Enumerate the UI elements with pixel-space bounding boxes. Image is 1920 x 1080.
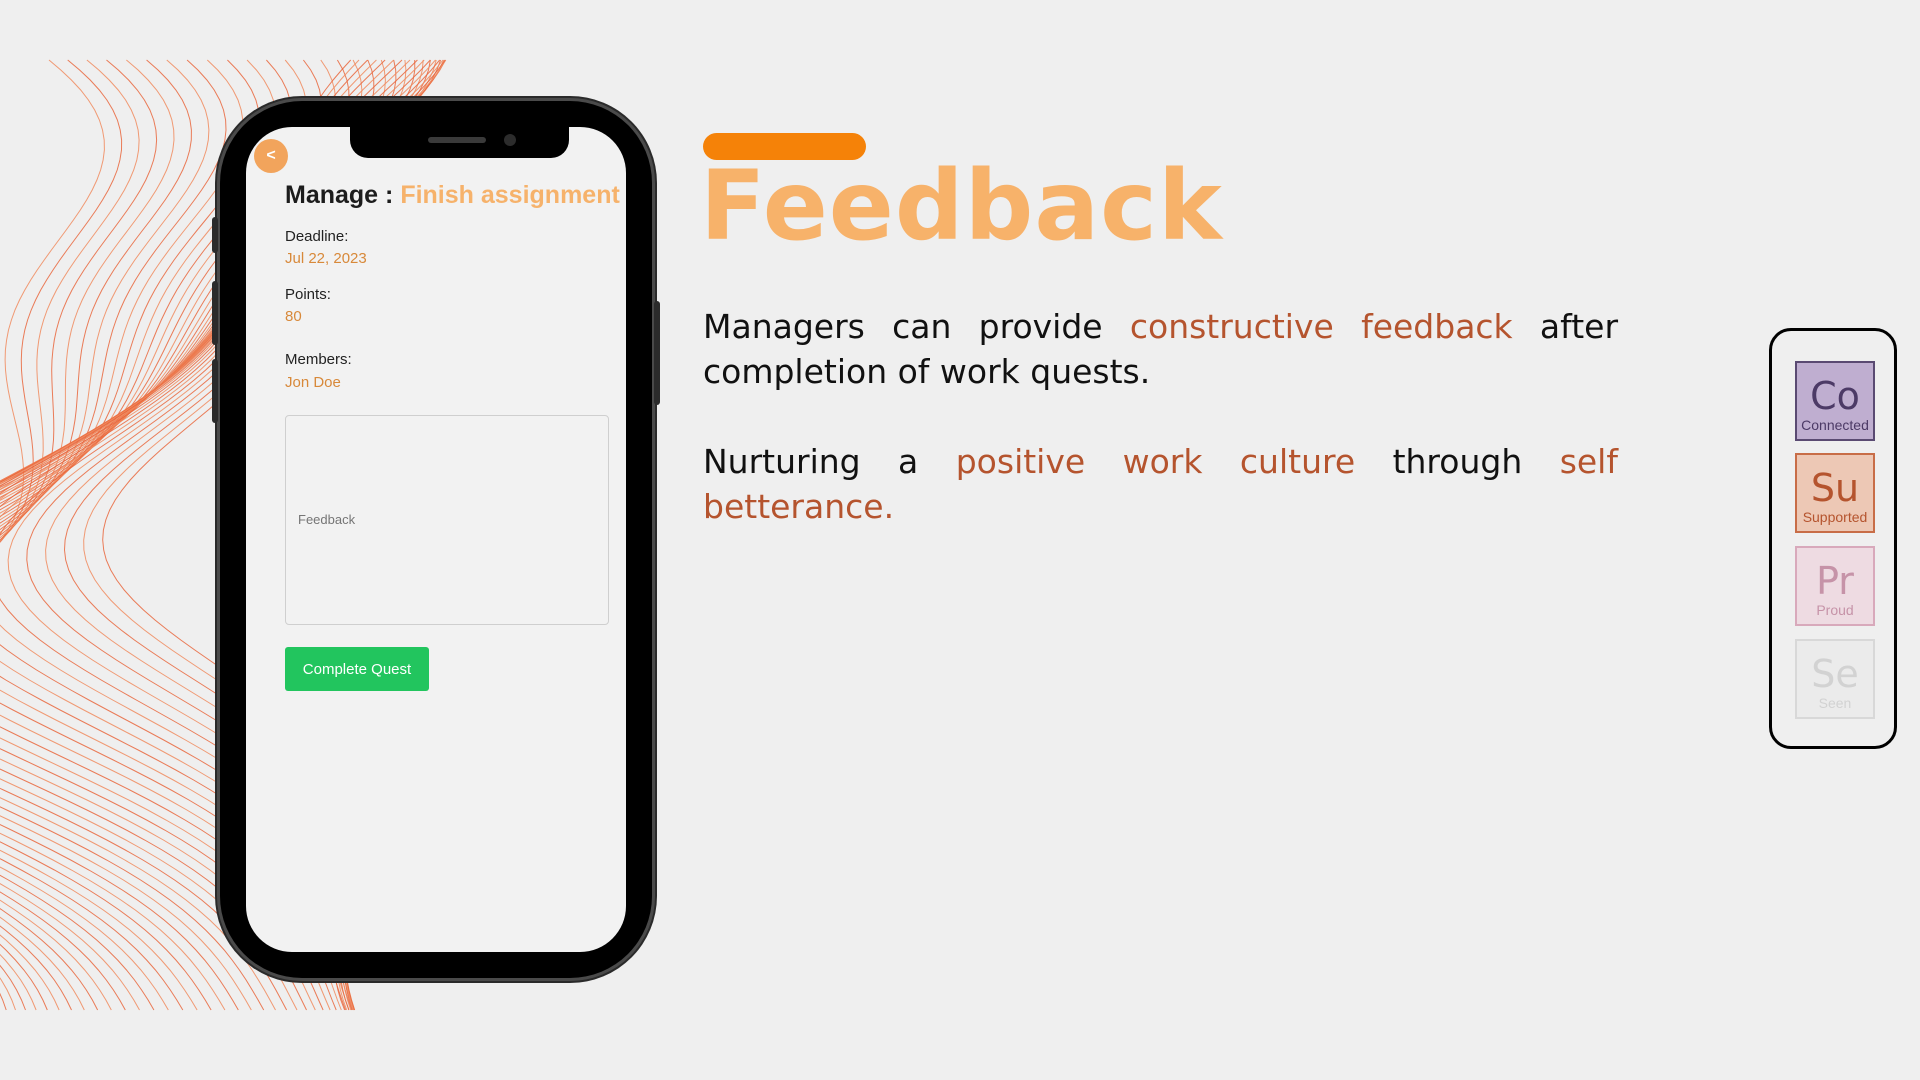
page-title: Manage : Finish assignment — [285, 181, 620, 210]
element-tile-proud: Pr Proud — [1795, 546, 1875, 626]
members-label: Members: — [285, 351, 352, 368]
element-name: Connected — [1801, 417, 1869, 433]
phone-mute-switch — [212, 217, 218, 253]
highlight-text: positive work culture — [955, 442, 1356, 481]
elements-panel: Co Connected Su Supported Pr Proud Se Se… — [1769, 328, 1897, 749]
title-prefix: Manage : — [285, 181, 394, 209]
wave-line — [0, 59, 158, 1011]
points-label: Points: — [285, 286, 331, 303]
paragraph-feedback: Managers can provide constructive feedba… — [703, 304, 1618, 394]
speaker-grille — [428, 137, 486, 143]
paragraph-text: Managers can provide — [703, 307, 1130, 346]
feedback-input[interactable] — [285, 415, 609, 625]
element-name: Supported — [1802, 509, 1868, 525]
paragraph-text: through — [1355, 442, 1560, 481]
element-tile-supported: Su Supported — [1795, 453, 1875, 533]
wave-line — [0, 59, 175, 1011]
phone-notch — [350, 127, 569, 158]
element-symbol: Su — [1810, 466, 1860, 510]
back-button[interactable]: < — [254, 139, 288, 173]
element-tile-connected: Co Connected — [1795, 361, 1875, 441]
slide-heading: Feedback — [700, 150, 1223, 262]
phone-power-button — [654, 301, 660, 405]
deadline-value: Jul 22, 2023 — [285, 250, 367, 267]
element-tile-seen: Se Seen — [1795, 639, 1875, 719]
task-name: Finish assignment — [400, 181, 620, 209]
element-symbol: Co — [1810, 374, 1860, 418]
back-chevron-icon: < — [266, 147, 276, 164]
paragraph-culture: Nurturing a positive work culture throug… — [703, 439, 1618, 529]
deadline-label: Deadline: — [285, 228, 349, 245]
element-name: Proud — [1816, 602, 1854, 618]
members-value: Jon Doe — [285, 374, 341, 391]
wave-line — [0, 59, 140, 1011]
element-name: Seen — [1818, 695, 1852, 711]
phone-screen: < Manage : Finish assignment Deadline: J… — [246, 127, 626, 952]
phone-mockup: < Manage : Finish assignment Deadline: J… — [212, 101, 660, 978]
paragraph-text: Nurturing a — [703, 442, 956, 481]
phone-volume-down — [212, 359, 218, 423]
front-camera — [504, 134, 516, 146]
element-symbol: Pr — [1816, 559, 1854, 603]
wave-line — [0, 59, 192, 1011]
complete-quest-button[interactable]: Complete Quest — [285, 647, 429, 691]
phone-volume-up — [212, 281, 218, 345]
points-value: 80 — [285, 308, 302, 325]
highlight-text: constructive feedback — [1129, 307, 1513, 346]
element-symbol: Se — [1811, 652, 1859, 696]
